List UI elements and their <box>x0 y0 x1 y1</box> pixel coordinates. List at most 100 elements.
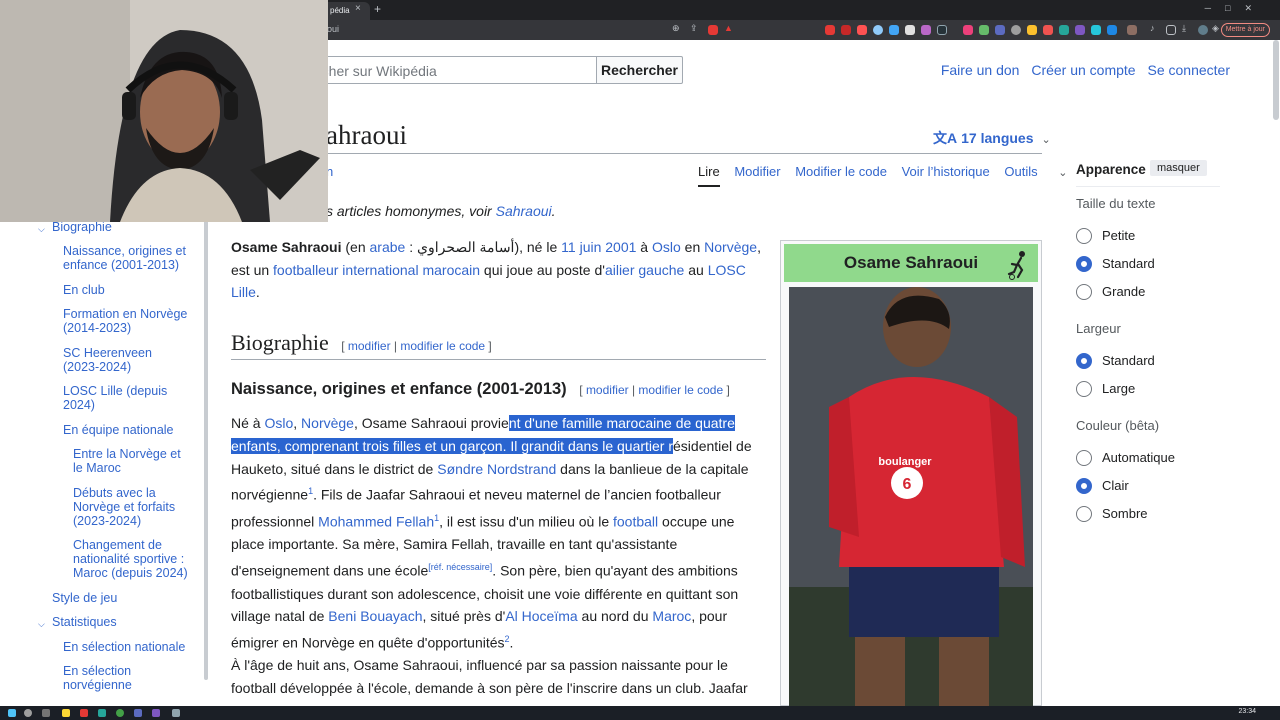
homonym-link[interactable]: Sahraoui <box>496 203 552 219</box>
radio-icon <box>1076 381 1092 397</box>
search-input[interactable]: rcher sur Wikipédia <box>300 56 596 84</box>
toc-item[interactable]: SC Heerenveen (2023-2024) <box>63 346 163 374</box>
windows-start-icon[interactable] <box>8 709 16 717</box>
toc-scrollbar[interactable] <box>204 220 208 680</box>
extension-icon[interactable] <box>1011 25 1021 35</box>
citation-needed[interactable]: [réf. nécessaire] <box>428 562 492 572</box>
toc-item[interactable]: Changement de nationalité sportive : Mar… <box>73 538 193 580</box>
tools-menu[interactable]: Outils ⌄ <box>1004 164 1078 179</box>
extension-icon[interactable] <box>873 25 883 35</box>
extension-icon[interactable] <box>995 25 1005 35</box>
radio-icon <box>1076 284 1092 300</box>
languages-button[interactable]: 文A 17 langues ⌄ <box>933 128 1051 148</box>
extensions-puzzle-icon[interactable]: ♪ <box>1150 23 1160 33</box>
app-icon[interactable] <box>80 709 88 717</box>
app-icon[interactable] <box>152 709 160 717</box>
link-fellah[interactable]: Mohammed Fellah <box>318 514 434 530</box>
toc-item[interactable]: Débuts avec la Norvège et forfaits (2023… <box>73 486 178 528</box>
task-view-icon[interactable] <box>42 709 50 717</box>
extension-icon[interactable] <box>825 25 835 35</box>
link-norvege[interactable]: Norvège <box>704 239 757 255</box>
toc-item[interactable]: Statistiques <box>52 615 117 629</box>
toc-item[interactable]: En équipe nationale <box>63 423 174 437</box>
link-sondre-nordstrand[interactable]: Søndre Nordstrand <box>437 461 556 477</box>
link-beni-bouayach[interactable]: Beni Bouayach <box>328 608 422 624</box>
link-al-hoceima[interactable]: Al Hoceïma <box>505 608 577 624</box>
link-oslo[interactable]: Oslo <box>264 415 293 431</box>
address-bar[interactable]: oui <box>327 24 339 34</box>
extension-icon[interactable] <box>1043 25 1053 35</box>
text: au <box>684 261 708 278</box>
extension-icon[interactable] <box>857 25 867 35</box>
edit-code-link[interactable]: modifier le code <box>400 339 485 353</box>
edit-links: [ modifier | modifier le code ] <box>579 383 730 397</box>
tab-edit-source[interactable]: Modifier le code <box>795 164 887 179</box>
tab-history[interactable]: Voir l’historique <box>902 164 990 179</box>
paragraph: À l'âge de huit ans, Osame Sahraoui, inf… <box>231 657 748 696</box>
player-photo[interactable]: 6 boulanger <box>789 287 1033 707</box>
toc-item[interactable]: Naissance, origines et enfance (2001-201… <box>63 244 193 272</box>
extension-icon[interactable] <box>1027 25 1037 35</box>
link-arabe[interactable]: arabe <box>370 239 406 255</box>
toc-item[interactable]: Formation en Norvège (2014-2023) <box>63 307 193 335</box>
download-icon[interactable]: ⤓ <box>1182 23 1192 33</box>
search-button[interactable]: Rechercher <box>596 56 683 84</box>
toc-item[interactable]: En club <box>63 283 105 297</box>
page-scrollbar[interactable] <box>1273 40 1279 120</box>
toc-item[interactable]: LOSC Lille (depuis 2024) <box>63 384 173 412</box>
warning-icon[interactable]: ▲ <box>724 23 734 33</box>
radio-checked-icon <box>1076 353 1092 369</box>
toc-item[interactable]: Biographie <box>52 220 112 234</box>
toc-item[interactable]: Entre la Norvège et le Maroc <box>73 447 188 475</box>
link-ailier[interactable]: ailier gauche <box>605 262 684 278</box>
chevron-down-icon[interactable]: ⌵ <box>38 222 45 236</box>
tab-close-icon[interactable]: × <box>355 3 361 14</box>
edit-code-link[interactable]: modifier le code <box>638 383 723 397</box>
chevron-down-icon[interactable]: ⌵ <box>38 617 45 631</box>
link-footballeur[interactable]: footballeur international marocain <box>273 262 480 278</box>
edit-link[interactable]: modifier <box>586 383 629 397</box>
whatsapp-icon[interactable] <box>116 709 124 717</box>
window-controls[interactable]: ─□✕ <box>1205 3 1266 14</box>
profile-icon[interactable] <box>1198 25 1208 35</box>
extension-icon[interactable] <box>708 25 718 35</box>
file-explorer-icon[interactable] <box>62 709 70 717</box>
extension-icon[interactable] <box>889 25 899 35</box>
extension-icon[interactable] <box>963 25 973 35</box>
toc-item[interactable]: En sélection norvégienne <box>63 664 163 692</box>
share-icon[interactable]: ⇪ <box>690 23 700 33</box>
sidebar-icon[interactable] <box>1166 25 1176 35</box>
extension-icon[interactable] <box>905 25 915 35</box>
link-date[interactable]: 11 juin 2001 <box>561 239 636 255</box>
donate-link[interactable]: Faire un don <box>941 62 1020 78</box>
zoom-icon[interactable]: ⊕ <box>672 23 682 33</box>
login-link[interactable]: Se connecter <box>1148 62 1231 78</box>
update-button[interactable]: Mettre à jour <box>1220 23 1270 37</box>
app-icon[interactable] <box>172 709 180 717</box>
link-oslo[interactable]: Oslo <box>652 239 681 255</box>
extension-icon[interactable] <box>1107 25 1117 35</box>
search-icon[interactable] <box>24 709 32 717</box>
extension-icon[interactable] <box>1075 25 1085 35</box>
toc-item[interactable]: En sélection nationale <box>63 640 185 654</box>
link-norvege[interactable]: Norvège <box>301 415 354 431</box>
extension-icon[interactable] <box>1091 25 1101 35</box>
app-icon[interactable] <box>134 709 142 717</box>
extension-icon[interactable] <box>1059 25 1069 35</box>
hide-button[interactable]: masquer <box>1150 160 1207 176</box>
tab-edit[interactable]: Modifier <box>734 164 780 179</box>
link-maroc[interactable]: Maroc <box>652 608 691 624</box>
app-icon[interactable] <box>98 709 106 717</box>
extension-icon[interactable] <box>1127 25 1137 35</box>
link-football[interactable]: football <box>613 514 658 530</box>
create-account-link[interactable]: Créer un compte <box>1031 62 1135 78</box>
toc-item[interactable]: Style de jeu <box>52 591 117 605</box>
edit-link[interactable]: modifier <box>348 339 391 353</box>
extension-icon[interactable] <box>979 25 989 35</box>
extension-icon[interactable] <box>841 25 851 35</box>
extension-icon[interactable] <box>937 25 947 35</box>
tab-read[interactable]: Lire <box>698 164 720 187</box>
extension-icon[interactable] <box>921 25 931 35</box>
clock[interactable]: 23:34 <box>1238 708 1256 715</box>
new-tab-icon[interactable]: + <box>374 2 381 16</box>
